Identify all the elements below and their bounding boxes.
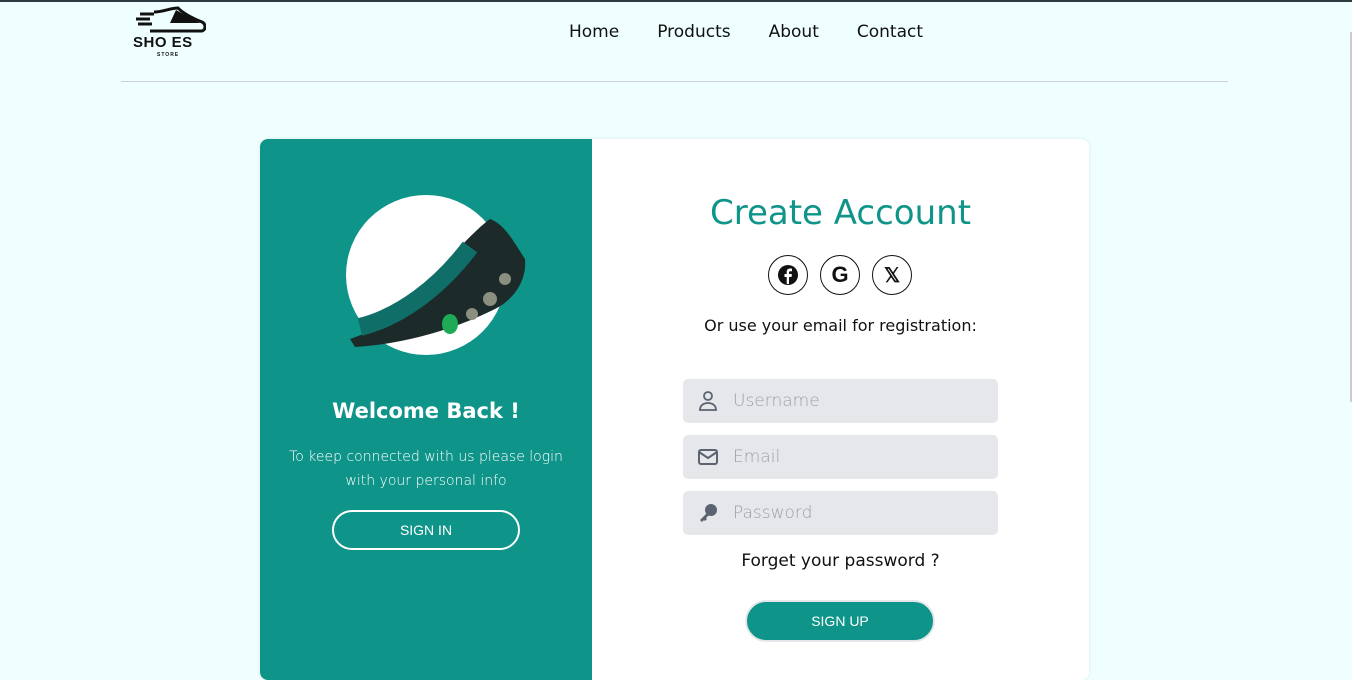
shoe-logo-icon [136,6,206,33]
sign-up-button[interactable]: SIGN UP [745,600,935,642]
google-icon: G [831,262,849,287]
key-icon [683,503,733,523]
social-buttons: G 𝕏 [768,255,912,295]
signup-title: Create Account [709,193,972,233]
envelope-icon [683,449,733,465]
username-field [683,379,998,423]
facebook-icon [778,265,798,285]
forgot-password-link[interactable]: Forget your password ? [592,551,1089,571]
password-field [683,491,998,535]
logo[interactable]: SHO ES STORE [130,4,206,60]
nav-home[interactable]: Home [569,22,619,42]
shoe-image [350,219,526,347]
nav-products[interactable]: Products [657,22,730,42]
logo-text: SHO ES [133,34,193,51]
sign-in-button[interactable]: SIGN IN [332,510,520,550]
welcome-title: Welcome Back ! [332,399,520,423]
user-icon [683,391,733,411]
facebook-button[interactable] [768,255,808,295]
header-divider [121,81,1228,82]
welcome-text: To keep connected with us please login w… [289,449,563,489]
welcome-panel: Welcome Back ! To keep connected with us… [260,139,592,680]
email-field [683,435,998,479]
x-button[interactable]: 𝕏 [872,255,912,295]
nav-contact[interactable]: Contact [857,22,923,42]
nav-about[interactable]: About [769,22,819,42]
main-nav: Home Products About Contact [569,22,923,42]
username-input[interactable] [733,391,983,411]
logo-subtext: STORE [157,52,180,58]
auth-card: Welcome Back ! To keep connected with us… [260,139,1089,680]
password-input[interactable] [733,503,983,523]
or-text: Or use your email for registration: [704,316,977,335]
email-input[interactable] [733,447,983,467]
signup-panel: Create Account G 𝕏 Or use your email for… [592,139,1089,680]
x-icon: 𝕏 [883,264,901,287]
google-button[interactable]: G [820,255,860,295]
